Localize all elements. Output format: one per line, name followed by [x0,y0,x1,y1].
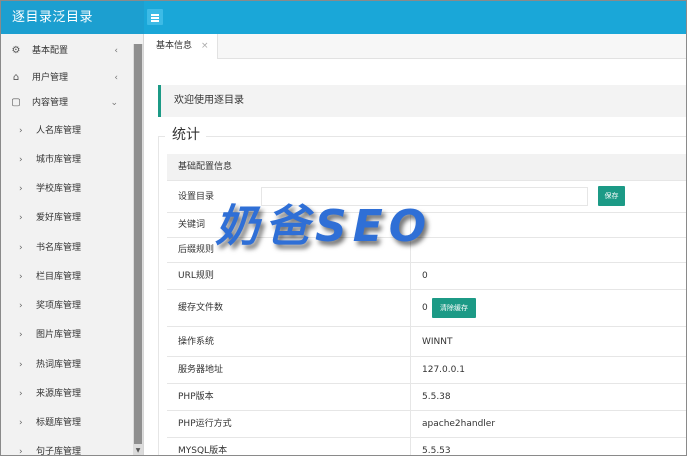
sidebar-subitem[interactable]: › 爱好库管理 [1,204,134,233]
close-icon[interactable]: × [201,34,209,59]
main-content: 欢迎使用逐目录 统计 基础配置信息 设置目录 保存 关键词 后缀规则 URL规则… [145,59,686,455]
stats-legend: 统计 [165,123,206,147]
chevron-down-icon: ⌄ [110,98,118,108]
chevron-right-icon: › [19,360,23,370]
table-row: 缓存文件数 0 清除缓存 [167,290,686,327]
save-button[interactable]: 保存 [598,186,625,206]
table-row: 服务器地址 127.0.0.1 [167,357,686,384]
chevron-right-icon: › [19,330,23,340]
table-row: PHP版本 5.5.38 [167,384,686,411]
top-bar: 逐目录泛目录 [1,1,686,34]
chevron-right-icon: › [19,447,23,456]
table-header: 基础配置信息 [167,154,686,181]
table-row: URL规则 0 [167,263,686,290]
chevron-right-icon: › [19,272,23,282]
sidebar-subitem[interactable]: › 来源库管理 [1,380,134,409]
chevron-left-icon: ‹ [114,46,118,56]
sidebar-item-basic-config[interactable]: ⚙ 基本配置 ‹ [1,38,134,64]
sidebar-subitem[interactable]: › 句子库管理 [1,438,134,456]
settings-icon: ⚙ [11,45,21,56]
document-icon: ▢ [11,97,21,108]
sidebar-subitem[interactable]: › 栏目库管理 [1,263,134,292]
tab-basic-info[interactable]: 基本信息 × [145,34,218,59]
sidebar-subitem[interactable]: › 图片库管理 [1,321,134,350]
table-row: MYSQL版本 5.5.53 [167,438,686,455]
app-title: 逐目录泛目录 [1,1,144,34]
sidebar-subitem[interactable]: › 标题库管理 [1,409,134,438]
watermark: 奶爸SEO [215,201,433,252]
sidebar-item-content-management[interactable]: ▢ 内容管理 ⌄ [1,90,134,116]
sidebar-subitem[interactable]: › 城市库管理 [1,146,134,175]
chevron-right-icon: › [19,243,23,253]
home-icon: ⌂ [12,72,20,83]
chevron-right-icon: › [19,301,23,311]
chevron-right-icon: › [19,184,23,194]
table-row: PHP运行方式 apache2handler [167,411,686,438]
menu-toggle-icon[interactable] [147,9,163,25]
sidebar-subitem[interactable]: › 热词库管理 [1,351,134,380]
sidebar-subitem[interactable]: › 书名库管理 [1,234,134,263]
sidebar: ⚙ 基本配置 ‹ ⌂ 用户管理 ‹ ▢ 内容管理 ⌄ › 人名库管理 › 城市库管理… [1,34,144,456]
scrollbar-thumb[interactable] [134,44,142,444]
sidebar-subitem[interactable]: › 学校库管理 [1,175,134,204]
welcome-banner: 欢迎使用逐目录 [158,85,686,117]
chevron-right-icon: › [19,418,23,428]
scroll-down-icon[interactable]: ▼ [134,447,142,455]
sidebar-subitem[interactable]: › 人名库管理 [1,117,134,146]
sidebar-subitem[interactable]: › 奖项库管理 [1,292,134,321]
clear-cache-button[interactable]: 清除缓存 [432,298,476,318]
table-row: 操作系统 WINNT [167,327,686,357]
sidebar-item-user-management[interactable]: ⌂ 用户管理 ‹ [1,65,134,91]
chevron-right-icon: › [19,155,23,165]
chevron-left-icon: ‹ [114,73,118,83]
tab-label: 基本信息 [156,41,193,51]
sidebar-scrollbar[interactable]: ▼ [133,44,143,455]
chevron-right-icon: › [19,213,23,223]
app-window: 逐目录泛目录 ⚙ 基本配置 ‹ ⌂ 用户管理 ‹ ▢ 内容管理 ⌄ › 人名库管理… [0,0,687,456]
chevron-right-icon: › [19,389,23,399]
tab-bar: 基本信息 × [145,34,686,59]
chevron-right-icon: › [19,126,23,136]
